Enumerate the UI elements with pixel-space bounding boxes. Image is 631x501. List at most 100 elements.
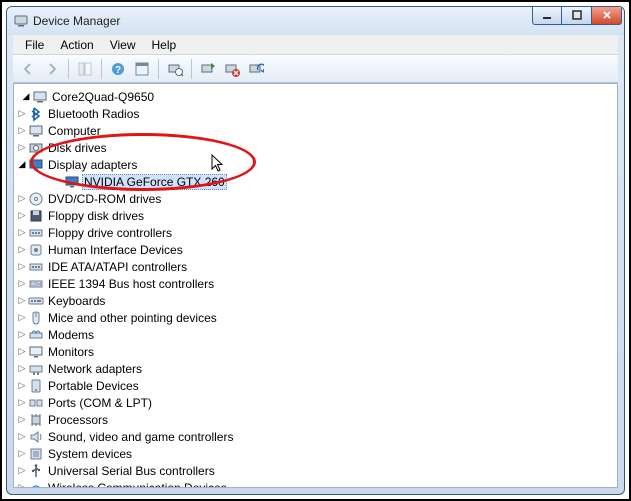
tree-category-node[interactable]: ▷ Floppy disk drives (14, 207, 617, 224)
expand-arrow-icon[interactable]: ▷ (16, 312, 28, 323)
help-button[interactable]: ? (107, 58, 129, 80)
keyboard-icon (28, 293, 44, 309)
ports-icon (28, 395, 44, 411)
tree-category-label: Sound, video and game controllers (46, 430, 235, 444)
tree-category-label: Modems (46, 328, 96, 342)
display-icon (28, 157, 44, 173)
tree-category-node[interactable]: ◢ Display adapters NVIDIA GeForce GTX 26… (14, 156, 617, 190)
scan-hardware-button[interactable] (164, 58, 186, 80)
tree-category-label: Universal Serial Bus controllers (46, 464, 217, 478)
expand-arrow-icon[interactable]: ▷ (16, 380, 28, 391)
modem-icon (28, 327, 44, 343)
tree-device-node[interactable]: NVIDIA GeForce GTX 260 (50, 173, 617, 190)
expand-arrow-icon[interactable]: ◢ (16, 159, 28, 170)
forward-button[interactable] (41, 58, 63, 80)
separator (101, 59, 102, 79)
tree-category-node[interactable]: ▷ Monitors (14, 343, 617, 360)
titlebar: Device Manager (7, 7, 624, 35)
disable-button[interactable] (245, 58, 267, 80)
tree-category-node[interactable]: ▷ Modems (14, 326, 617, 343)
expand-arrow-icon[interactable]: ▷ (16, 227, 28, 238)
sound-icon (28, 429, 44, 445)
close-button[interactable] (592, 6, 622, 25)
tree-category-node[interactable]: ▷ Human Interface Devices (14, 241, 617, 258)
tree-category-label: IEEE 1394 Bus host controllers (46, 277, 216, 291)
expand-arrow-icon[interactable]: ▷ (16, 244, 28, 255)
tree-category-node[interactable]: ▷ DVD/CD-ROM drives (14, 190, 617, 207)
tree-category-node[interactable]: ▷ Disk drives (14, 139, 617, 156)
expand-arrow-icon[interactable]: ▷ (16, 363, 28, 374)
tree-category-label: Wireless Communication Devices (46, 481, 229, 489)
svg-text:1394: 1394 (30, 282, 41, 288)
expand-arrow-icon[interactable]: ▷ (16, 210, 28, 221)
network-icon (28, 361, 44, 377)
tree-root-node[interactable]: ◢ Core2Quad-Q9650 ▷ Bluetooth Radios ▷ C… (14, 88, 617, 488)
properties-button[interactable] (131, 58, 153, 80)
tree-category-node[interactable]: ▷ Universal Serial Bus controllers (14, 462, 617, 479)
back-button[interactable] (17, 58, 39, 80)
svg-text:?: ? (115, 65, 121, 76)
computer-icon (32, 89, 48, 105)
tree-category-label: IDE ATA/ATAPI controllers (46, 260, 189, 274)
tree-category-node[interactable]: ▷ Wireless Communication Devices (14, 479, 617, 488)
expand-arrow-icon[interactable]: ▷ (16, 108, 28, 119)
tree-category-node[interactable]: ▷ Bluetooth Radios (14, 105, 617, 122)
tree-category-label: Keyboards (46, 294, 107, 308)
expand-arrow-icon[interactable]: ▷ (16, 142, 28, 153)
expand-arrow-icon[interactable]: ▷ (16, 278, 28, 289)
mouse-icon (28, 310, 44, 326)
device-manager-window: Device Manager File Action View Help ? (6, 6, 625, 495)
tree-category-node[interactable]: ▷ 1394 IEEE 1394 Bus host controllers (14, 275, 617, 292)
device-tree-pane[interactable]: ◢ Core2Quad-Q9650 ▷ Bluetooth Radios ▷ C… (13, 83, 618, 488)
bluetooth-icon (28, 106, 44, 122)
expand-arrow-icon[interactable]: ▷ (16, 465, 28, 476)
expand-arrow-icon[interactable]: ▷ (16, 193, 28, 204)
tree-category-node[interactable]: ▷ Computer (14, 122, 617, 139)
tree-category-node[interactable]: ▷ Keyboards (14, 292, 617, 309)
uninstall-button[interactable] (221, 58, 243, 80)
expand-arrow-icon[interactable]: ▷ (16, 448, 28, 459)
show-hide-tree-button[interactable] (74, 58, 96, 80)
tree-category-label: Monitors (46, 345, 96, 359)
expand-arrow-icon[interactable]: ▷ (16, 125, 28, 136)
display-icon (64, 174, 80, 190)
tree-category-label: Disk drives (46, 141, 109, 155)
menubar: File Action View Help (13, 35, 618, 55)
tree-category-label: Ports (COM & LPT) (46, 396, 154, 410)
expand-arrow-icon[interactable]: ◢ (20, 91, 32, 102)
menu-action[interactable]: Action (52, 36, 101, 54)
tree-category-node[interactable]: ▷ Sound, video and game controllers (14, 428, 617, 445)
window-title: Device Manager (33, 14, 120, 28)
update-driver-button[interactable] (197, 58, 219, 80)
tree-category-node[interactable]: ▷ Portable Devices (14, 377, 617, 394)
floppy-icon (28, 208, 44, 224)
tree-category-node[interactable]: ▷ Ports (COM & LPT) (14, 394, 617, 411)
tree-category-node[interactable]: ▷ Network adapters (14, 360, 617, 377)
expand-arrow-icon[interactable]: ▷ (16, 431, 28, 442)
tree-category-node[interactable]: ▷ IDE ATA/ATAPI controllers (14, 258, 617, 275)
tree-category-node[interactable]: ▷ Mice and other pointing devices (14, 309, 617, 326)
expand-arrow-icon[interactable]: ▷ (16, 482, 28, 488)
menu-help[interactable]: Help (144, 36, 185, 54)
minimize-button[interactable] (532, 6, 562, 25)
dvd-icon (28, 191, 44, 207)
toolbar: ? (13, 55, 618, 83)
menu-view[interactable]: View (102, 36, 144, 54)
tree-category-node[interactable]: ▷ Processors (14, 411, 617, 428)
computer-icon (28, 123, 44, 139)
menu-file[interactable]: File (17, 36, 52, 54)
expand-arrow-icon[interactable]: ▷ (16, 329, 28, 340)
expand-arrow-icon[interactable]: ▷ (16, 346, 28, 357)
controller-icon (28, 225, 44, 241)
expand-arrow-icon[interactable]: ▷ (16, 261, 28, 272)
tree-category-node[interactable]: ▷ Floppy drive controllers (14, 224, 617, 241)
tree-category-label: Floppy drive controllers (46, 226, 174, 240)
tree-root-label: Core2Quad-Q9650 (50, 90, 156, 104)
expand-arrow-icon[interactable]: ▷ (16, 295, 28, 306)
maximize-button[interactable] (562, 6, 592, 25)
tree-category-node[interactable]: ▷ System devices (14, 445, 617, 462)
tree-category-label: Portable Devices (46, 379, 141, 393)
expand-arrow-icon[interactable]: ▷ (16, 397, 28, 408)
expand-arrow-icon[interactable]: ▷ (16, 414, 28, 425)
tree-category-label: Floppy disk drives (46, 209, 146, 223)
